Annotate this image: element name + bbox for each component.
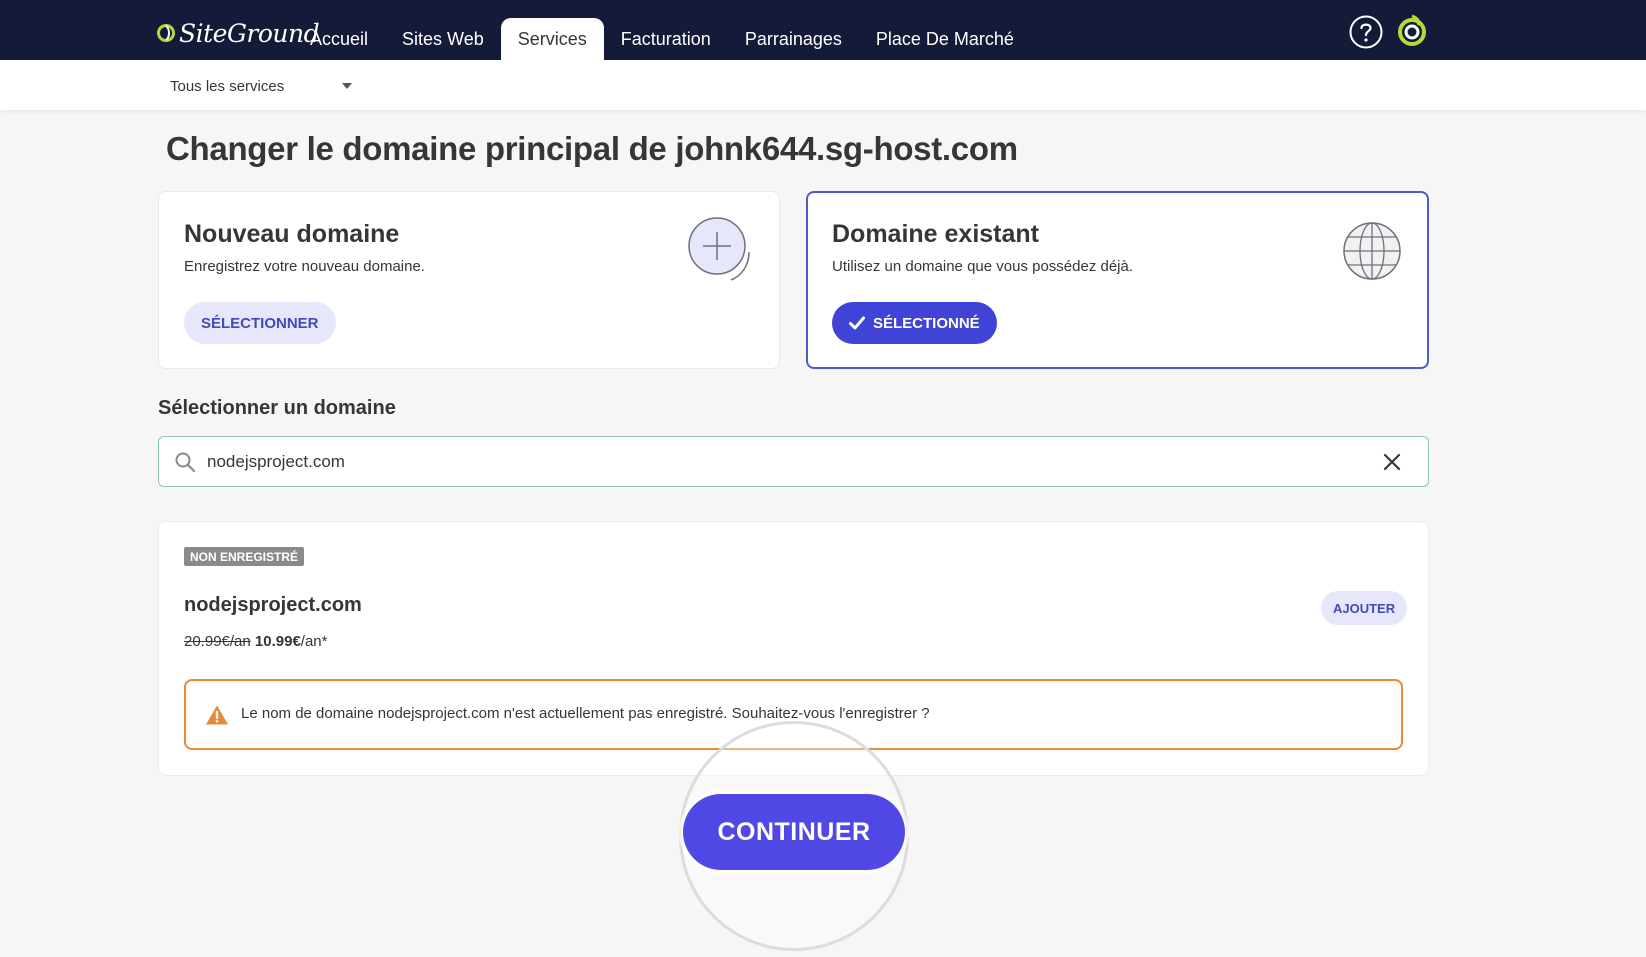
- new-price: 10.99€: [254, 633, 301, 650]
- top-navigation-bar: SiteGround Accueil Sites Web Services Fa…: [0, 0, 1646, 60]
- nav-item-facturation[interactable]: Facturation: [604, 18, 728, 60]
- select-domain-label: Sélectionner un domaine: [158, 397, 396, 419]
- new-domain-description: Enregistrez votre nouveau domaine.: [184, 258, 425, 275]
- siteground-account-icon[interactable]: [1394, 13, 1430, 49]
- old-price: 20.99€/an: [184, 633, 251, 650]
- warning-icon: [206, 705, 228, 725]
- siteground-logo-icon: [157, 24, 175, 42]
- plus-circle-icon: [688, 217, 750, 281]
- chevron-down-icon: [342, 83, 352, 89]
- existing-domain-card[interactable]: Domaine existant Utilisez un domaine que…: [806, 191, 1429, 369]
- new-domain-card[interactable]: Nouveau domaine Enregistrez votre nouvea…: [158, 191, 780, 369]
- service-filter-value: Tous les services: [170, 77, 285, 95]
- search-icon: [175, 452, 196, 473]
- domain-search-box: [158, 436, 1429, 487]
- globe-icon: [1343, 222, 1401, 280]
- select-new-domain-button[interactable]: SÉLECTIONNER: [184, 302, 336, 344]
- page-title: Changer le domaine principal de johnk644…: [166, 130, 1018, 167]
- nav-item-parrainages[interactable]: Parrainages: [728, 18, 859, 60]
- selected-label: SÉLECTIONNÉ: [873, 314, 980, 332]
- result-domain-name: nodejsproject.com: [184, 594, 362, 616]
- price-suffix: /an*: [300, 633, 328, 650]
- nav-item-place-de-marche[interactable]: Place De Marché: [859, 18, 1031, 60]
- continue-button[interactable]: CONTINUER: [683, 794, 905, 870]
- status-badge: NON ENREGISTRÉ: [184, 547, 305, 566]
- close-icon[interactable]: [1382, 452, 1402, 472]
- sub-navigation-bar: Tous les services: [0, 60, 1646, 110]
- domain-search-input[interactable]: [207, 447, 1357, 477]
- existing-domain-title: Domaine existant: [832, 220, 1040, 248]
- domain-price: 20.99€/an 10.99€/an*: [184, 633, 328, 650]
- nav-item-accueil[interactable]: Accueil: [293, 18, 385, 60]
- service-filter-dropdown[interactable]: Tous les services: [170, 73, 352, 99]
- existing-domain-selected-button[interactable]: SÉLECTIONNÉ: [832, 302, 997, 344]
- help-icon[interactable]: [1348, 14, 1384, 50]
- existing-domain-description: Utilisez un domaine que vous possédez dé…: [832, 258, 1134, 275]
- new-domain-title: Nouveau domaine: [184, 220, 400, 248]
- nav-item-sites-web[interactable]: Sites Web: [385, 18, 501, 60]
- main-nav: Accueil Sites Web Services Facturation P…: [293, 18, 1031, 60]
- add-domain-button[interactable]: AJOUTER: [1321, 591, 1408, 625]
- check-icon: [849, 316, 865, 330]
- warning-text: Le nom de domaine nodejsproject.com n'es…: [241, 705, 930, 722]
- nav-item-services[interactable]: Services: [500, 18, 604, 60]
